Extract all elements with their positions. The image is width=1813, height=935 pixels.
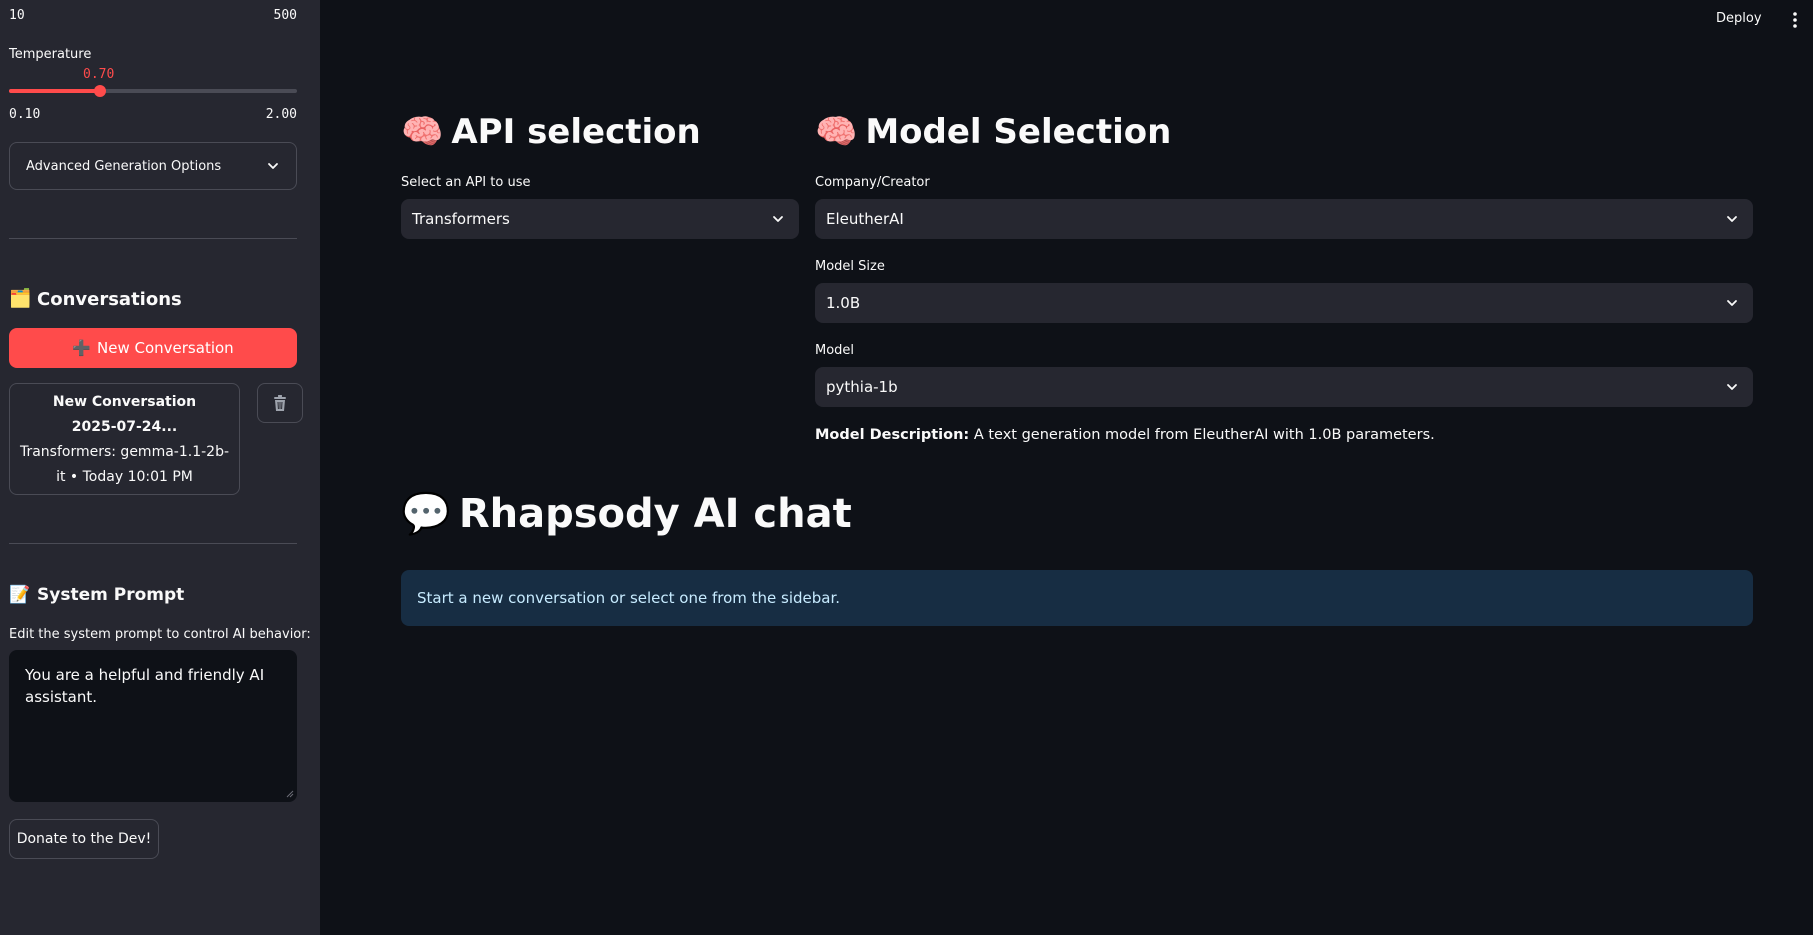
conversation-item[interactable]: New Conversation 2025-07-24... Transform…: [9, 383, 240, 495]
resize-handle-icon[interactable]: [286, 790, 294, 798]
conversation-meta-line2: it • Today 10:01 PM: [56, 469, 193, 485]
info-alert: Start a new conversation or select one f…: [401, 570, 1753, 626]
max-tokens-slider-labels: 10 500: [9, 8, 297, 24]
advanced-options-expander[interactable]: Advanced Generation Options: [9, 142, 297, 190]
temperature-value: 0.70: [83, 67, 115, 82]
sidebar-divider: [9, 543, 297, 544]
slider-max-label: 500: [273, 8, 297, 23]
chevron-down-icon: [1727, 216, 1737, 222]
model-description-text: A text generation model from EleutherAI …: [969, 427, 1435, 443]
kebab-menu-icon[interactable]: [1790, 10, 1800, 30]
brain-icon: 🧠: [815, 112, 858, 152]
trash-icon: [274, 395, 286, 411]
api-select-value: Transformers: [412, 210, 510, 228]
conversations-header: 🗂️ Conversations: [9, 288, 182, 310]
conversation-title-line2: 2025-07-24...: [71, 419, 178, 435]
model-select-value: pythia-1b: [826, 378, 898, 396]
company-select-value: EleutherAI: [826, 210, 904, 228]
model-selection-title: Model Selection: [865, 112, 1172, 152]
temperature-range-labels: 0.10 2.00: [9, 107, 297, 123]
chevron-down-icon: [268, 163, 278, 169]
model-selection-heading: 🧠 Model Selection: [815, 112, 1171, 152]
chevron-down-icon: [1727, 300, 1737, 306]
donate-button[interactable]: Donate to the Dev!: [9, 819, 159, 859]
sidebar: 10 500 Temperature 0.70 0.10 2.00 Advanc…: [0, 0, 320, 935]
conversation-title-line1: New Conversation: [52, 394, 197, 410]
plus-icon: ➕: [72, 339, 92, 357]
new-conversation-label: New Conversation: [97, 339, 234, 357]
model-select-label: Model: [815, 343, 855, 358]
system-prompt-header: 📝 System Prompt: [9, 584, 184, 606]
temperature-label: Temperature: [9, 47, 92, 62]
chevron-down-icon: [1727, 384, 1737, 390]
company-select-label: Company/Creator: [815, 175, 930, 190]
brain-icon: 🧠: [401, 112, 444, 152]
temperature-slider-thumb[interactable]: [93, 85, 106, 97]
system-prompt-textarea[interactable]: You are a helpful and friendly AI assist…: [9, 650, 297, 802]
api-select[interactable]: Transformers: [401, 199, 799, 239]
conversations-title: Conversations: [37, 288, 182, 310]
api-selection-heading: 🧠 API selection: [401, 112, 701, 152]
chevron-down-icon: [773, 216, 783, 222]
model-select[interactable]: pythia-1b: [815, 367, 1753, 407]
memo-icon: 📝: [9, 585, 31, 605]
folder-icon: 🗂️: [9, 288, 32, 309]
model-size-select[interactable]: 1.0B: [815, 283, 1753, 323]
api-selection-title: API selection: [451, 112, 701, 152]
conversation-meta-line1: Transformers: gemma-1.1-2b-: [19, 444, 230, 460]
company-select[interactable]: EleutherAI: [815, 199, 1753, 239]
advanced-options-label: Advanced Generation Options: [26, 158, 222, 174]
temperature-slider[interactable]: [9, 85, 297, 97]
slider-min-label: 10: [9, 8, 25, 23]
model-size-select-value: 1.0B: [826, 294, 861, 312]
system-prompt-caption: Edit the system prompt to control AI beh…: [9, 627, 311, 642]
model-description: Model Description: A text generation mod…: [815, 427, 1435, 443]
temperature-min-label: 0.10: [9, 107, 41, 122]
speech-bubble-icon: 💬: [401, 491, 451, 537]
sidebar-divider: [9, 238, 297, 239]
model-size-select-label: Model Size: [815, 259, 885, 274]
new-conversation-button[interactable]: ➕ New Conversation: [9, 328, 297, 368]
delete-conversation-button[interactable]: [257, 383, 303, 423]
chat-title: Rhapsody AI chat: [458, 490, 852, 537]
api-select-label: Select an API to use: [401, 175, 531, 190]
info-alert-text: Start a new conversation or select one f…: [417, 589, 841, 607]
system-prompt-title: System Prompt: [37, 585, 185, 605]
chat-heading: 💬 Rhapsody AI chat: [401, 490, 852, 538]
deploy-button[interactable]: Deploy: [1716, 11, 1762, 26]
model-description-label: Model Description:: [815, 427, 970, 443]
temperature-slider-fill: [9, 89, 100, 93]
temperature-max-label: 2.00: [265, 107, 297, 122]
